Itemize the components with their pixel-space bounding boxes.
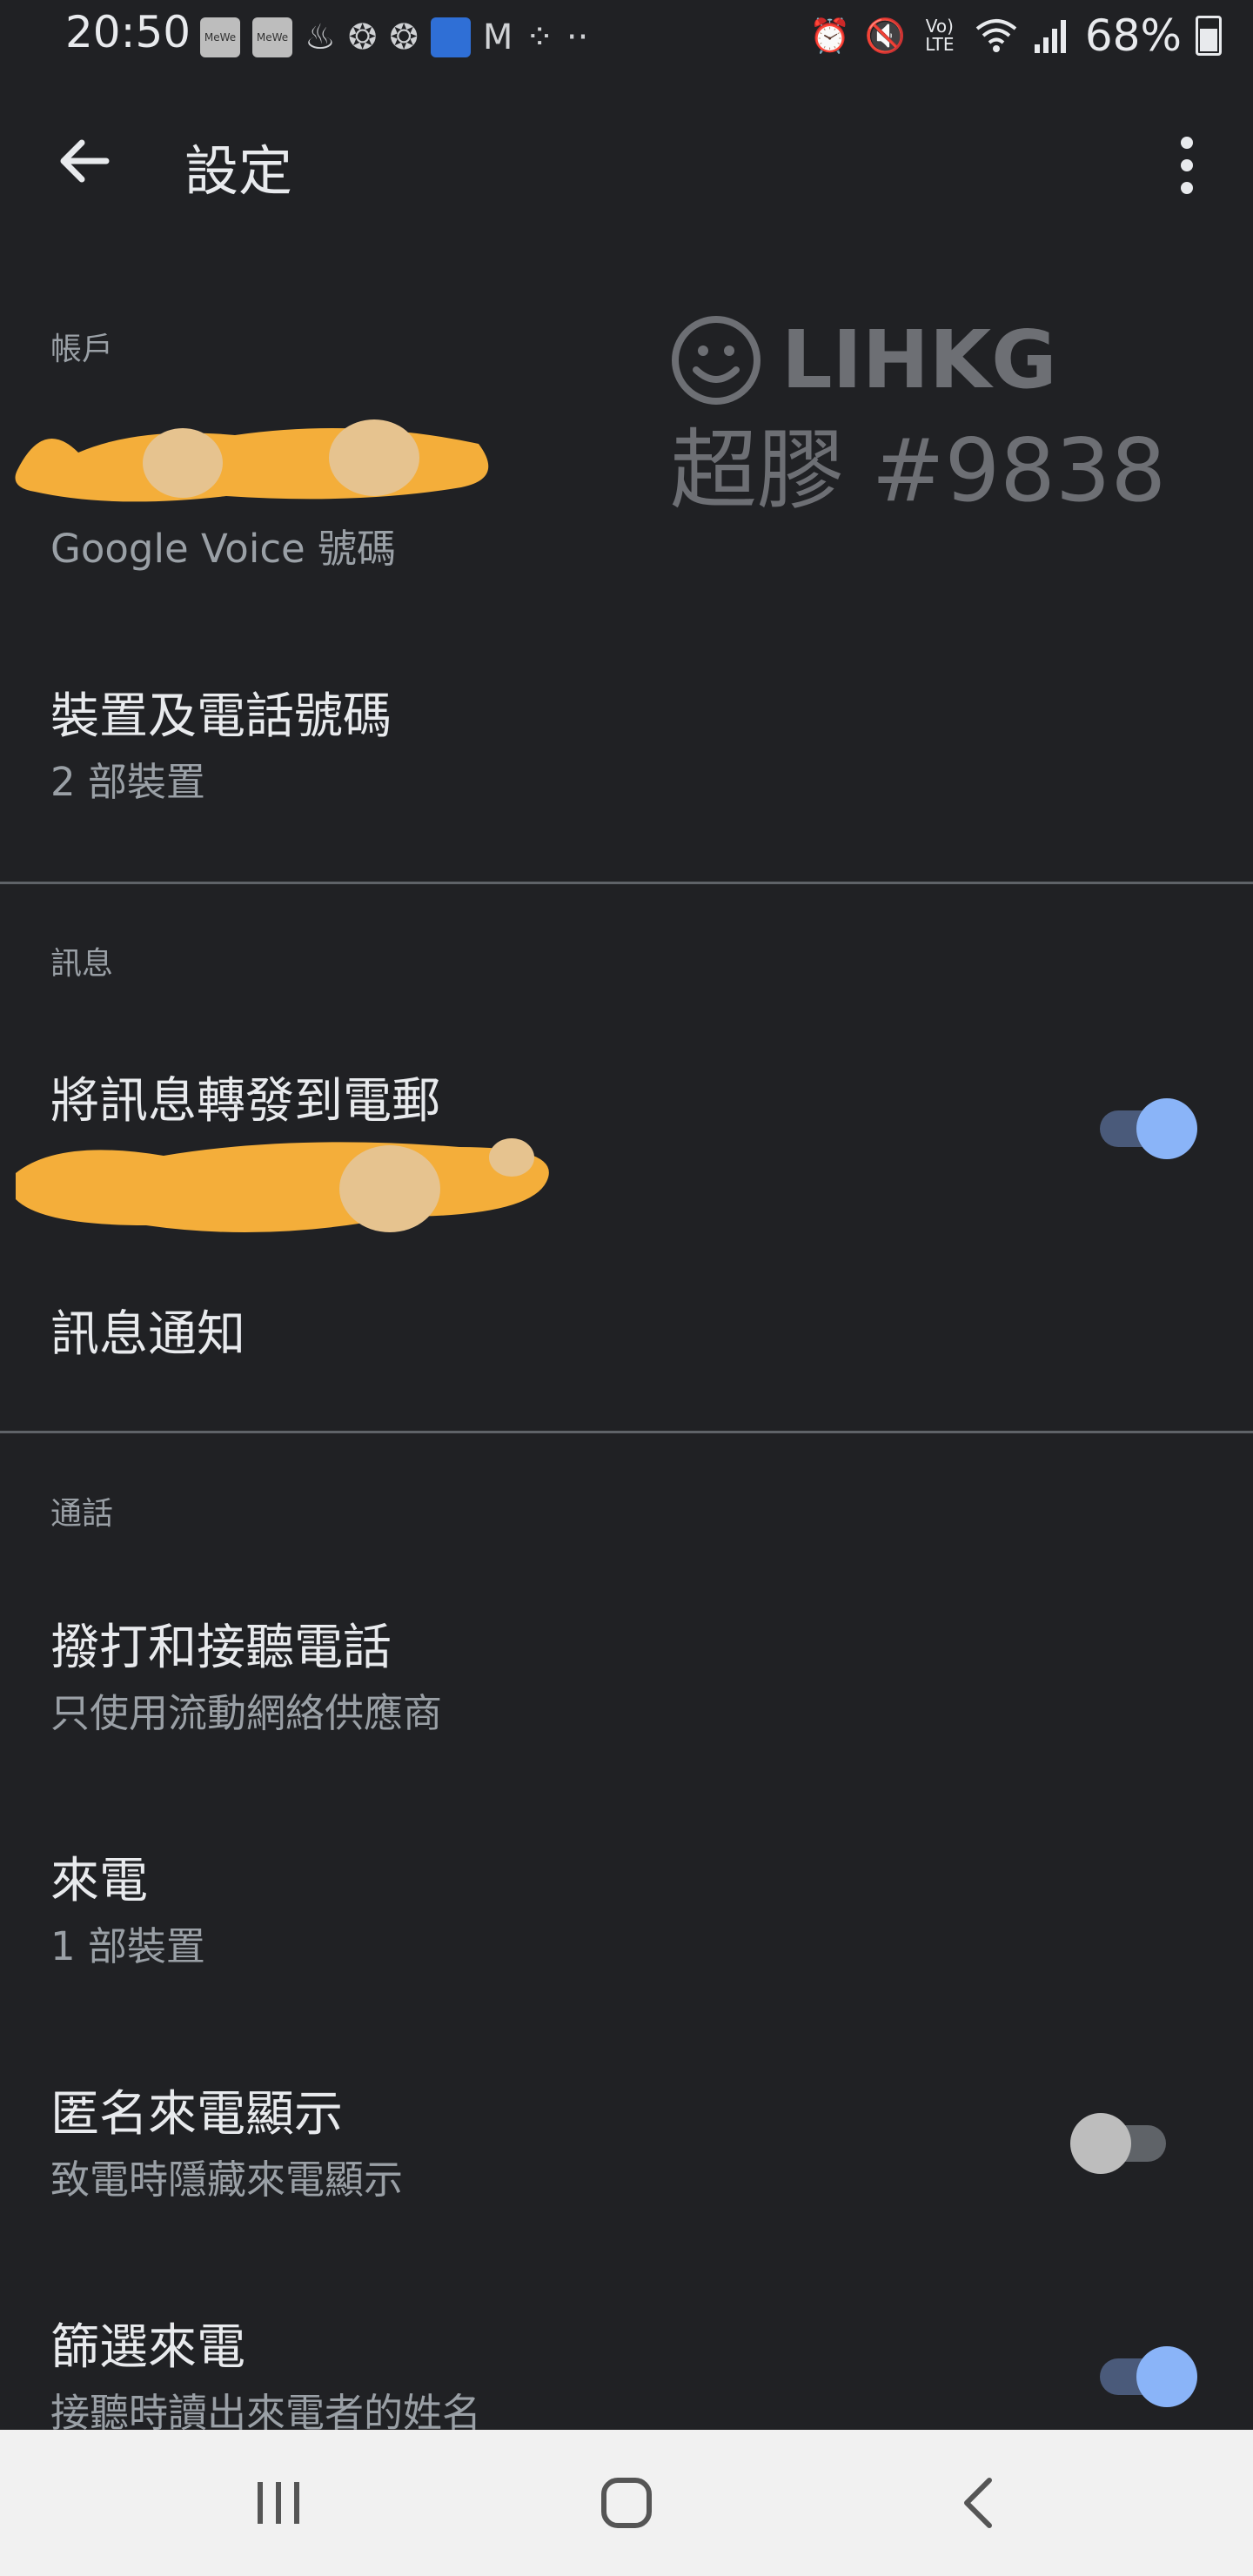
screen-calls-toggle[interactable] [1091,2341,1197,2407]
redaction-scribble [15,419,489,502]
item-subtitle: 1 部裝置 [50,1923,205,1969]
section-divider [0,1431,1253,1433]
recents-icon [258,2482,299,2524]
nav-back-icon [964,2478,992,2528]
app-bar: 設定 [0,96,1253,226]
settings-item-screen-calls[interactable]: 篩選來電 接聽時讀出來電者的姓名 [0,2301,1253,2436]
home-button[interactable] [583,2468,670,2538]
more-dots-icon: ·· [566,17,589,57]
settings-item-make-receive-calls[interactable]: 撥打和接聽電話 只使用流動網絡供應商 [0,1601,1253,1758]
settings-item-message-notifications[interactable]: 訊息通知 [0,1288,1253,1392]
battery-percent: 68% [1084,10,1182,61]
mute-icon: 🔇 [864,17,906,55]
alarm-icon: ⏰ [809,17,851,55]
voice-number-subtitle: Google Voice 號碼 [50,526,397,572]
navigation-bar [0,2430,1253,2576]
system-icons: ⏰ 🔇 Vo) LTE 68% [809,9,1222,63]
item-title: 篩選來電 [50,2319,245,2376]
section-header-account: 帳戶 [50,332,114,367]
wifi-icon [975,19,1017,52]
watermark-brand: LIHKG [781,313,1057,406]
settings-item-incoming-calls[interactable]: 來電 1 部裝置 [0,1835,1253,1991]
nav-back-button[interactable] [935,2468,1022,2538]
volte-icon: Vo) LTE [925,16,955,55]
smiley-icon [672,315,761,405]
anonymous-caller-id-toggle[interactable] [1070,2108,1175,2174]
forward-email-toggle[interactable] [1091,1093,1197,1159]
gmail-icon: M [482,17,513,57]
toggle-thumb [1070,2113,1131,2174]
item-subtitle: 致電時隱藏來電顯示 [50,2157,404,2203]
redaction-scribble [16,1138,549,1232]
card-icon [430,17,471,57]
recents-button[interactable] [235,2468,322,2538]
item-subtitle: 只使用流動網絡供應商 [50,1690,443,1736]
notification-icons: MeWe MeWe ♨ ❂ ❂ M ⁘ ·· [200,14,588,61]
settings-item-forward-email[interactable]: 將訊息轉發到電郵 [0,1053,1253,1244]
settings-item-voice-number[interactable]: Google Voice 號碼 [0,409,1253,583]
more-vert-icon[interactable] [1166,131,1208,200]
settings-item-anonymous-caller-id[interactable]: 匿名來電顯示 致電時隱藏來電顯示 [0,2068,1253,2224]
toggle-thumb [1136,1098,1197,1159]
home-icon [601,2478,652,2528]
item-title: 裝置及電話號碼 [50,688,392,745]
notification-icon: ❂ [389,17,419,57]
section-divider [0,882,1253,884]
toggle-thumb [1136,2346,1197,2407]
item-subtitle: 2 部裝置 [50,759,205,805]
notification-icon: ❂ [347,17,378,57]
status-bar: 20:50 MeWe MeWe ♨ ❂ ❂ M ⁘ ·· ⏰ 🔇 Vo) LTE… [0,0,1253,75]
section-header-calls: 通話 [50,1496,114,1532]
notification-icon: ♨ [305,17,336,57]
item-title: 匿名來電顯示 [50,2086,343,2143]
arrow-back-icon[interactable] [54,131,115,191]
signal-icon [1034,20,1066,53]
status-time: 20:50 [65,7,191,57]
battery-icon [1196,16,1222,56]
mewe-icon: MeWe [200,17,240,57]
settings-item-devices[interactable]: 裝置及電話號碼 2 部裝置 [0,670,1253,818]
mewe-icon: MeWe [252,17,292,57]
section-header-messages: 訊息 [50,946,114,982]
page-title: 設定 [184,139,293,203]
apps-icon: ⁘ [525,17,554,57]
item-title: 撥打和接聽電話 [50,1620,392,1676]
item-title: 來電 [50,1853,148,1909]
item-title: 訊息通知 [50,1306,245,1363]
